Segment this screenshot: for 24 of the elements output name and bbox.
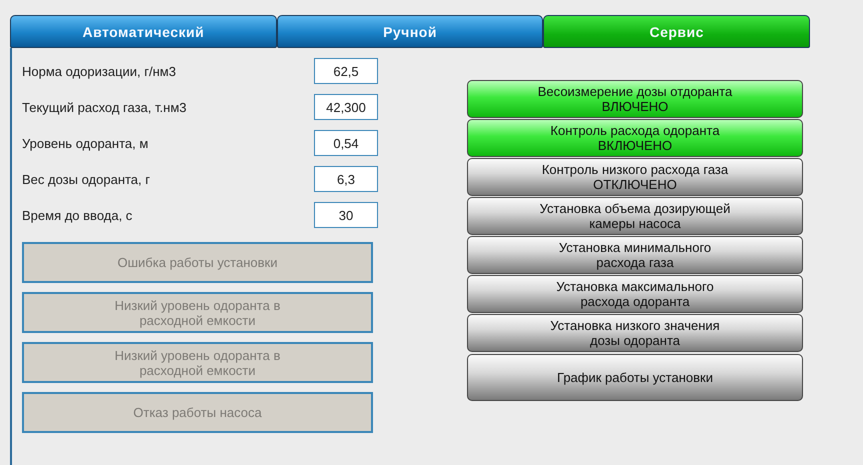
parameter-label: Уровень одоранта, м [22, 136, 148, 150]
service-button[interactable]: Контроль низкого расхода газа ОТКЛЮЧЕНО [467, 158, 803, 196]
mode-tab[interactable]: Автоматический [10, 15, 277, 48]
parameter-value-field[interactable]: 42,300 [314, 94, 378, 120]
service-button[interactable]: График работы установки [467, 354, 803, 401]
parameter-value-field[interactable]: 6,3 [314, 166, 378, 192]
alarm-indicator: Ошибка работы установки [22, 242, 373, 283]
service-button[interactable]: Установка минимального расхода газа [467, 236, 803, 274]
parameter-value-field[interactable]: 30 [314, 202, 378, 228]
service-button[interactable]: Контроль расхода одоранта ВКЛЮЧЕНО [467, 119, 803, 157]
service-button[interactable]: Весоизмерение дозы отдоранта ВЛЮЧЕНО [467, 80, 803, 118]
alarm-indicator: Низкий уровень одоранта в расходной емкости [22, 342, 373, 383]
parameter-label: Время до ввода, с [22, 208, 132, 222]
parameter-label: Текущий расход газа, т.нм3 [22, 100, 186, 114]
parameter-value-field[interactable]: 62,5 [314, 58, 378, 84]
parameter-label: Норма одоризации, г/нм3 [22, 64, 176, 78]
alarm-indicator: Отказ работы насоса [22, 392, 373, 433]
parameter-label: Вес дозы одоранта, г [22, 172, 150, 186]
mode-tab[interactable]: Ручной [276, 15, 544, 48]
service-button[interactable]: Установка максимального расхода одоранта [467, 275, 803, 313]
parameter-value-field[interactable]: 0,54 [314, 130, 378, 156]
service-button[interactable]: Установка объема дозирующей камеры насоса [467, 197, 803, 235]
alarm-indicator: Низкий уровень одоранта в расходной емкости [22, 292, 373, 333]
service-button[interactable]: Установка низкого значения дозы одоранта [467, 314, 803, 352]
